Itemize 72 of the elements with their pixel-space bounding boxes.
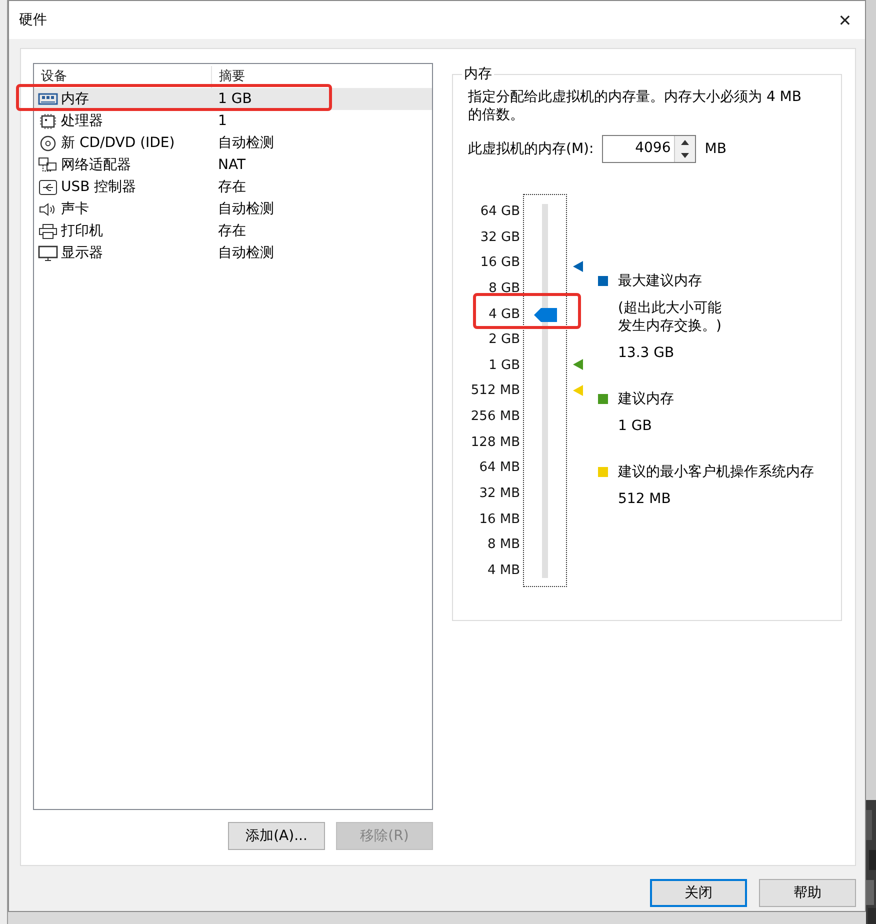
device-summary: 自动检测 bbox=[217, 134, 274, 152]
add-button[interactable]: 添加(A)... bbox=[228, 822, 325, 850]
device-row[interactable]: 内存 1 GB bbox=[34, 88, 432, 110]
tick-label: 256 MB bbox=[470, 409, 520, 426]
device-name: 打印机 bbox=[61, 222, 103, 240]
legend-title: 建议内存 bbox=[618, 390, 674, 408]
spin-up-icon[interactable] bbox=[674, 136, 695, 149]
device-name: 显示器 bbox=[61, 244, 103, 262]
group-title: 内存 bbox=[463, 65, 493, 83]
tick-label: 2 GB bbox=[488, 332, 520, 348]
device-row[interactable]: 声卡 自动检测 bbox=[34, 198, 432, 220]
processor-icon bbox=[38, 112, 58, 130]
device-summary: 自动检测 bbox=[217, 244, 274, 262]
field-label: 此虚拟机的内存(M): bbox=[468, 140, 594, 158]
memory-input-field[interactable]: 4096 bbox=[602, 135, 696, 163]
help-button[interactable]: 帮助 bbox=[759, 879, 856, 907]
network-icon bbox=[38, 156, 58, 174]
close-button[interactable]: ✕ bbox=[825, 2, 865, 38]
device-row[interactable]: 新 CD/DVD (IDE) 自动检测 bbox=[34, 132, 432, 154]
legend-title: 最大建议内存 bbox=[618, 272, 702, 290]
spin-down-icon[interactable] bbox=[674, 149, 695, 162]
device-name: 处理器 bbox=[61, 112, 103, 130]
legend-note: (超出此大小可能 bbox=[618, 299, 722, 317]
marker-icon bbox=[573, 261, 583, 272]
device-row[interactable]: USB 控制器 存在 bbox=[34, 176, 432, 198]
close-dialog-button[interactable]: 关闭 bbox=[650, 879, 747, 907]
tick-label: 8 MB bbox=[487, 537, 520, 554]
device-row[interactable]: 显示器 自动检测 bbox=[34, 242, 432, 264]
memory-slider[interactable] bbox=[523, 194, 567, 587]
device-name: 内存 bbox=[61, 90, 89, 108]
tick-label: 8 GB bbox=[488, 280, 520, 297]
tick-label: 64 GB bbox=[480, 204, 520, 220]
legend-note: 发生内存交换。) bbox=[618, 317, 722, 335]
device-row[interactable]: 网络适配器 NAT bbox=[34, 154, 432, 176]
usb-icon bbox=[38, 178, 58, 196]
tick-label: 128 MB bbox=[470, 434, 520, 451]
device-summary: 存在 bbox=[217, 178, 246, 196]
legend-value: 1 GB bbox=[618, 417, 653, 435]
tick-label: 16 GB bbox=[480, 255, 520, 272]
window-title: 硬件 bbox=[19, 11, 47, 29]
device-name: 网络适配器 bbox=[61, 156, 131, 174]
legend-value: 512 MB bbox=[618, 490, 672, 508]
tick-label: 4 GB bbox=[488, 306, 520, 323]
device-name: 新 CD/DVD (IDE) bbox=[61, 134, 175, 152]
tick-label: 1 GB bbox=[488, 358, 520, 374]
device-row[interactable]: 打印机 存在 bbox=[34, 220, 432, 242]
printer-icon bbox=[38, 222, 58, 240]
marker-icon bbox=[573, 385, 583, 396]
memory-chip-icon bbox=[38, 90, 58, 108]
description-text: 指定分配给此虚拟机的内存量。内存大小必须为 4 MB 的倍数。 bbox=[468, 88, 802, 124]
device-summary: 自动检测 bbox=[217, 200, 274, 218]
device-summary: 存在 bbox=[217, 222, 246, 240]
device-summary: NAT bbox=[217, 157, 246, 173]
monitor-icon bbox=[38, 244, 58, 262]
unit-label: MB bbox=[704, 141, 726, 157]
device-name: 声卡 bbox=[61, 200, 89, 218]
tick-label: 512 MB bbox=[470, 383, 520, 400]
tick-label: 32 MB bbox=[479, 486, 520, 502]
tick-label: 4 MB bbox=[487, 562, 520, 579]
marker-icon bbox=[573, 359, 583, 370]
device-name: USB 控制器 bbox=[61, 178, 136, 196]
disc-icon bbox=[38, 134, 58, 152]
legend-title: 建议的最小客户机操作系统内存 bbox=[618, 463, 814, 481]
column-header[interactable]: 摘要 bbox=[212, 66, 389, 88]
device-summary: 1 bbox=[217, 113, 227, 129]
slider-thumb[interactable] bbox=[534, 307, 557, 324]
tick-label: 16 MB bbox=[479, 512, 520, 528]
legend-value: 13.3 GB bbox=[618, 344, 676, 362]
device-row[interactable]: 处理器 1 bbox=[34, 110, 432, 132]
tick-label: 32 GB bbox=[480, 230, 520, 246]
tick-label: 64 MB bbox=[479, 460, 520, 476]
device-summary: 1 GB bbox=[217, 91, 252, 107]
